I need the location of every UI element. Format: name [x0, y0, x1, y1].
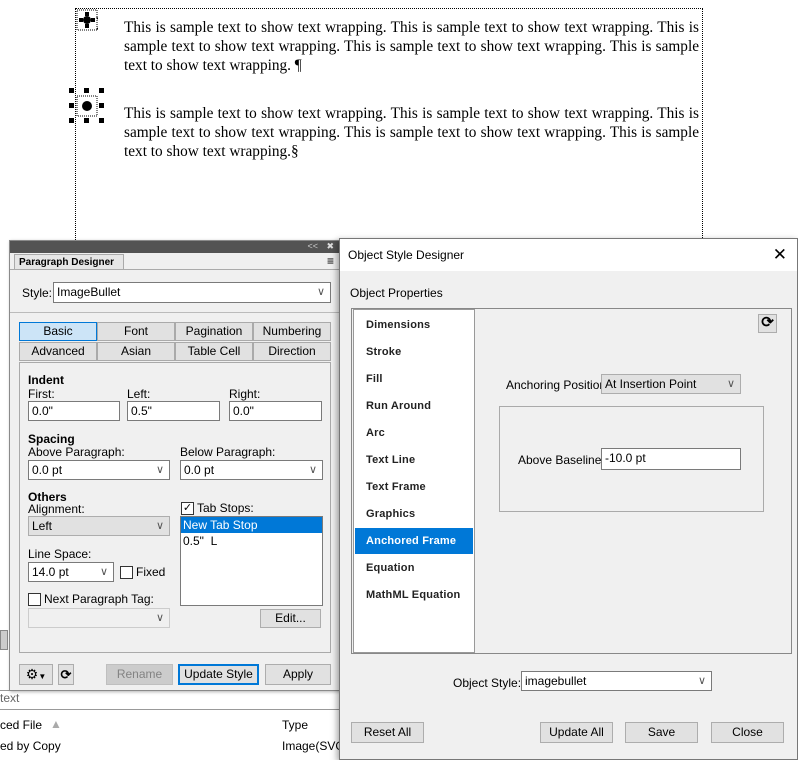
list-label: text — [0, 691, 20, 705]
apply-button[interactable]: Apply — [265, 664, 331, 685]
tab-stop-item[interactable]: New Tab Stop — [181, 517, 322, 533]
anchoring-position-label: Anchoring Position: — [506, 378, 610, 392]
selected-anchored-frame-icon[interactable] — [69, 88, 105, 124]
rename-button[interactable]: Rename — [106, 664, 173, 685]
property-equation[interactable]: Equation — [366, 562, 415, 574]
next-paragraph-tag-label: Next Paragraph Tag: — [44, 592, 154, 606]
property-arc[interactable]: Arc — [366, 427, 385, 439]
basic-properties: Indent First: 0.0" Left: 0.5" Right: 0.0… — [19, 362, 331, 653]
background-tab — [0, 630, 8, 650]
column-header-file[interactable]: ced File — [0, 718, 42, 732]
indent-heading: Indent — [28, 373, 64, 387]
tab-table-cell[interactable]: Table Cell — [175, 342, 253, 361]
fixed-checkbox[interactable] — [120, 566, 133, 579]
above-paragraph-select[interactable]: 0.0 pt — [28, 460, 170, 480]
file-list: text ced File ▲ Type ed by Copy Image(SV… — [0, 690, 349, 760]
next-paragraph-tag-select — [28, 608, 170, 628]
close-icon[interactable]: ✖ — [326, 241, 334, 252]
tab-stops-list[interactable]: New Tab Stop 0.5" L — [180, 516, 323, 606]
tab-paragraph-designer[interactable]: Paragraph Designer — [14, 254, 124, 270]
property-text-line[interactable]: Text Line — [366, 454, 415, 466]
above-paragraph-label: Above Paragraph: — [28, 445, 125, 459]
fixed-label: Fixed — [136, 565, 166, 579]
object-style-label: Object Style: — [453, 676, 522, 690]
style-label: Style: — [22, 286, 53, 300]
panel-title-bar[interactable]: << ✖ — [10, 241, 340, 253]
property-dimensions[interactable]: Dimensions — [366, 319, 430, 331]
reset-all-button[interactable]: Reset All — [351, 722, 424, 743]
style-select[interactable]: ImageBullet — [53, 282, 331, 303]
anchoring-position-select[interactable]: At Insertion Point — [601, 374, 741, 394]
dialog-title-bar[interactable]: Object Style Designer — [340, 239, 797, 271]
property-fill[interactable]: Fill — [366, 373, 383, 385]
close-icon[interactable]: ✕ — [773, 245, 787, 265]
close-button[interactable]: Close — [711, 722, 784, 743]
above-baseline-input[interactable]: -10.0 pt — [601, 448, 741, 470]
tab-asian[interactable]: Asian — [97, 342, 175, 361]
tab-advanced[interactable]: Advanced — [19, 342, 97, 361]
tab-stops-label: Tab Stops: — [197, 501, 254, 515]
object-style-designer-dialog: Object Style Designer ✕ Object Propertie… — [339, 238, 798, 760]
tab-stop-item[interactable]: 0.5" L — [181, 533, 322, 549]
tab-direction[interactable]: Direction — [253, 342, 331, 361]
line-space-label: Line Space: — [28, 547, 92, 561]
tab-basic[interactable]: Basic — [19, 322, 97, 341]
below-paragraph-label: Below Paragraph: — [180, 445, 276, 459]
update-all-button[interactable]: Update All — [540, 722, 613, 743]
right-indent-label: Right: — [229, 387, 261, 401]
collapse-button[interactable]: << — [307, 241, 318, 251]
refresh-icon[interactable]: ⟳ — [58, 664, 74, 685]
tab-pagination[interactable]: Pagination — [175, 322, 253, 341]
edit-button[interactable]: Edit... — [260, 609, 321, 628]
first-indent-label: First: — [28, 387, 55, 401]
property-anchored-frame[interactable]: Anchored Frame — [366, 535, 456, 547]
property-graphics[interactable]: Graphics — [366, 508, 415, 520]
tab-stops-checkbox[interactable]: ✓ — [181, 502, 194, 515]
alignment-select[interactable]: Left — [28, 516, 170, 536]
property-mathml-equation[interactable]: MathML Equation — [366, 589, 460, 601]
list-row-file[interactable]: ed by Copy — [0, 739, 61, 753]
below-paragraph-select[interactable]: 0.0 pt — [180, 460, 323, 480]
paragraph-1: This is sample text to show text wrappin… — [124, 19, 699, 74]
left-indent-input[interactable]: 0.5" — [127, 401, 220, 421]
left-indent-label: Left: — [127, 387, 151, 401]
anchored-image-bullet-icon[interactable]: ) — [76, 9, 98, 31]
right-indent-input[interactable]: 0.0" — [229, 401, 322, 421]
spacing-heading: Spacing — [28, 432, 75, 446]
save-button[interactable]: Save — [625, 722, 698, 743]
line-space-select[interactable]: 14.0 pt — [28, 562, 114, 582]
update-style-button[interactable]: Update Style — [178, 664, 259, 685]
column-header-type[interactable]: Type — [282, 718, 308, 732]
object-properties-label: Object Properties — [350, 286, 443, 300]
dialog-title: Object Style Designer — [348, 248, 465, 262]
first-indent-input[interactable]: 0.0" — [28, 401, 120, 421]
next-paragraph-tag-checkbox[interactable] — [28, 593, 41, 606]
property-stroke[interactable]: Stroke — [366, 346, 401, 358]
alignment-label: Alignment: — [28, 502, 85, 516]
tab-numbering[interactable]: Numbering — [253, 322, 331, 341]
properties-list[interactable]: Dimensions Stroke Fill Run Around Arc Te… — [353, 309, 475, 653]
paragraph-designer-panel: << ✖ Paragraph Designer ≡ Style: ImageBu… — [9, 240, 341, 691]
paragraph-2: This is sample text to show text wrappin… — [124, 105, 699, 160]
svg-text:): ) — [96, 14, 98, 30]
object-style-select[interactable]: imagebullet — [521, 671, 712, 691]
gear-icon: ⚙ — [25, 666, 39, 682]
sort-ascending-icon: ▲ — [50, 717, 62, 731]
property-text-frame[interactable]: Text Frame — [366, 481, 426, 493]
refresh-icon[interactable]: ⟳ — [758, 314, 777, 333]
tab-font[interactable]: Font — [97, 322, 175, 341]
settings-menu-button[interactable]: ⚙▼ — [19, 664, 53, 685]
panel-menu-icon[interactable]: ≡ — [327, 254, 334, 268]
above-baseline-label: Above Baseline: — [518, 453, 605, 467]
property-run-around[interactable]: Run Around — [366, 400, 431, 412]
